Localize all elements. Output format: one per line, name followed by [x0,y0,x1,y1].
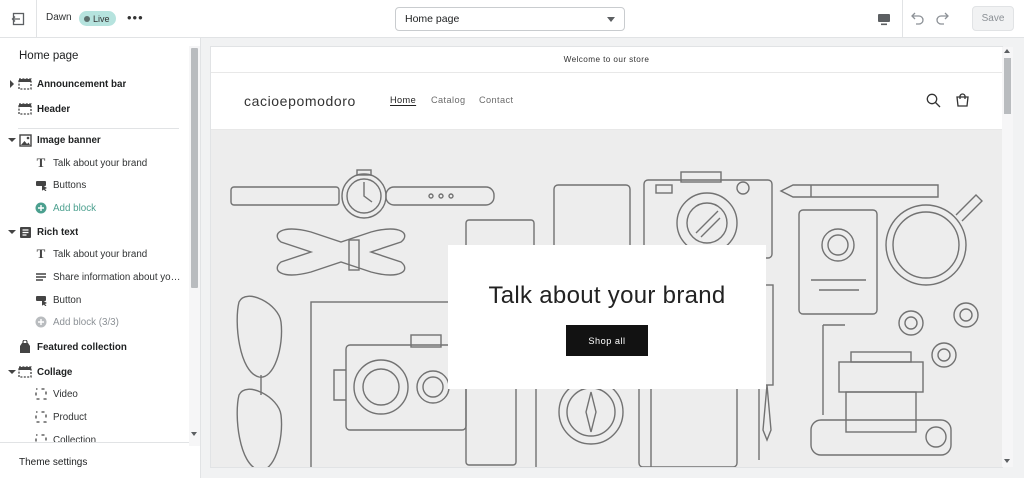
sidebar-item-label: Talk about your brand [53,248,148,260]
preview-scrollbar-thumb[interactable] [1004,58,1011,114]
chevron-down-icon [607,17,615,22]
sidebar-item-announcement-bar[interactable]: Announcement bar [0,74,188,95]
undo-button[interactable] [910,10,926,31]
sidebar-item-image-banner[interactable]: Image banner [0,129,188,151]
header-icon [18,102,32,116]
sidebar-divider [18,128,179,129]
paragraph-icon [34,270,48,284]
sidebar-item-talk-about-your-brand[interactable]: T Talk about your brand [0,243,188,265]
sidebar-item-label: Share information about your... [53,271,183,283]
sidebar-item-featured-collection[interactable]: Featured collection [0,336,188,358]
sidebar-scrollbar-thumb[interactable] [191,48,198,288]
more-actions-button[interactable]: ••• [127,11,144,25]
sidebar-item-label: Add block (3/3) [53,316,119,328]
sidebar-item-label: Rich text [37,226,79,238]
theme-settings-label: Theme settings [19,457,88,468]
sidebar-item-label: Button [53,294,82,306]
nav-contact[interactable]: Contact [479,95,513,105]
button-icon [34,293,48,307]
nav-home[interactable]: Home [390,95,416,105]
shop-all-button[interactable]: Shop all [566,325,648,356]
section-list: Announcement bar Header Image banner T Talk … [0,74,188,478]
collage-icon [18,365,32,379]
announcement-bar-icon [18,77,32,91]
plus-circle-icon [34,201,48,215]
sidebar-item-label: Talk about your brand [53,157,148,169]
image-icon [18,133,32,147]
device-preview-button[interactable] [865,0,903,38]
sidebar-item-label: Header [37,103,71,115]
cart-icon[interactable] [955,93,970,108]
sidebar-title: Home page [19,50,79,62]
store-header[interactable]: cacioepomodoro Home Catalog Contact [211,74,1002,130]
dashed-square-icon [34,387,48,401]
image-banner[interactable]: Talk about your brand Shop all [211,130,1002,467]
live-status-badge: Live [79,11,116,26]
sidebar-item-label: Add block [53,202,97,214]
sidebar-item-label: Image banner [37,134,101,146]
top-bar: Dawn Live ••• Home page Save [0,0,1024,38]
button-icon [34,178,48,192]
page-select-value: Home page [405,13,460,25]
redo-icon [936,12,949,25]
sidebar-item-label: Featured collection [37,341,127,353]
sidebar: Home page Announcement bar Header Image ba… [0,38,201,478]
live-dot-icon [84,15,90,22]
theme-settings-button[interactable]: Theme settings [0,442,200,478]
scroll-up-icon[interactable] [1004,49,1010,53]
sidebar-item-label: Collage [37,366,73,378]
exit-button[interactable] [0,0,37,38]
sidebar-item-talk-about-your-brand[interactable]: T Talk about your brand [0,152,188,174]
text-icon: T [36,155,46,170]
scroll-down-icon[interactable] [191,432,197,436]
sidebar-item-add-block[interactable]: Add block [0,197,188,219]
chevron-right-icon[interactable] [8,80,16,88]
plus-circle-icon [34,315,48,329]
undo-icon [911,12,924,25]
live-badge-label: Live [93,13,110,24]
sidebar-item-add-block-3-3[interactable]: Add block (3/3) [0,311,188,333]
nav-catalog[interactable]: Catalog [431,95,465,105]
sidebar-item-product[interactable]: Product [0,406,188,428]
sidebar-item-label: Buttons [53,179,87,191]
sidebar-item-button[interactable]: Button [0,289,188,311]
sidebar-item-collage[interactable]: Collage [0,361,188,383]
scroll-down-icon[interactable] [1004,459,1010,463]
save-button[interactable]: Save [972,6,1014,31]
sidebar-item-share-information-about-your[interactable]: Share information about your... [0,266,188,288]
theme-name: Dawn [46,12,72,23]
collection-icon [18,340,32,354]
text-icon: T [36,246,46,261]
store-preview: Welcome to our store cacioepomodoro Home… [211,47,1002,467]
chevron-down-icon[interactable] [8,368,16,376]
redo-button[interactable] [934,10,950,31]
sidebar-item-label: Video [53,388,78,400]
chevron-down-icon[interactable] [8,228,16,236]
sidebar-item-header[interactable]: Header [0,98,188,120]
sidebar-item-video[interactable]: Video [0,383,188,405]
hero-title[interactable]: Talk about your brand [448,282,766,310]
sidebar-item-rich-text[interactable]: Rich text [0,221,188,243]
chevron-down-icon[interactable] [8,136,16,144]
rich-text-icon [18,225,32,239]
exit-icon [11,12,25,26]
sidebar-item-buttons[interactable]: Buttons [0,174,188,196]
search-icon[interactable] [926,93,941,108]
announcement-bar[interactable]: Welcome to our store [211,47,1002,73]
sidebar-item-label: Announcement bar [37,78,127,90]
page-select[interactable]: Home page [395,7,625,31]
store-logo[interactable]: cacioepomodoro [244,93,356,109]
hero-text-box: Talk about your brand Shop all [448,245,766,389]
dashed-square-icon [34,410,48,424]
desktop-icon [877,13,890,25]
sidebar-item-label: Product [53,411,87,423]
